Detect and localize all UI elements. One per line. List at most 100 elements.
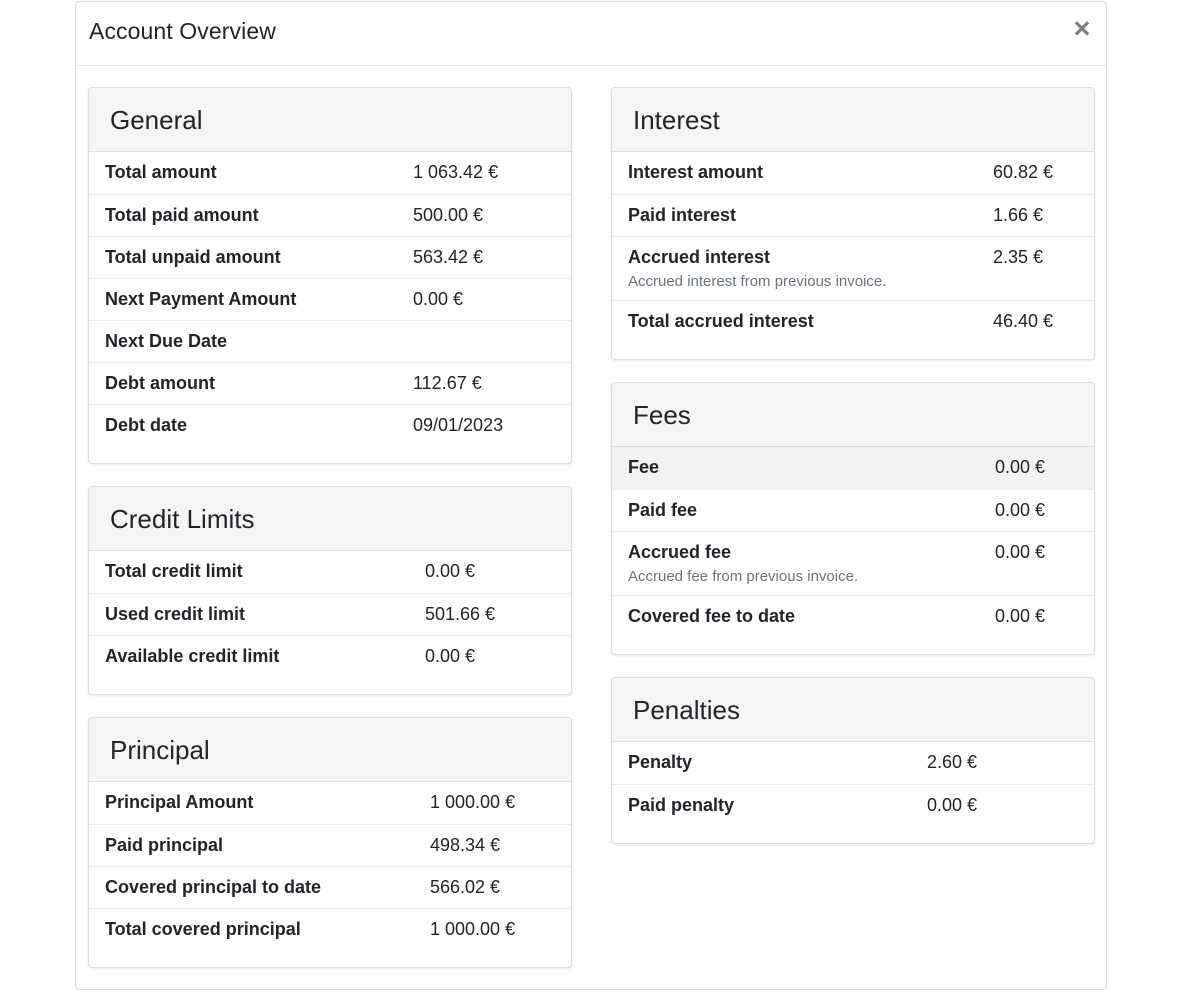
row-label: Debt amount [105, 373, 215, 393]
row-label: Fee [628, 457, 660, 477]
row-description: Accrued fee from previous invoice. [628, 568, 859, 585]
panel-heading: Principal [89, 718, 571, 782]
fees-panel: Fees Fee 0.00 € Paid fee 0.00 € Accrued … [611, 382, 1095, 655]
credit-limits-panel: Credit Limits Total credit limit 0.00 € … [88, 486, 572, 695]
left-column: General Total amount 1 063.42 € Total pa… [88, 87, 572, 989]
interest-rows: Interest amount 60.82 € Paid interest 1.… [612, 152, 1094, 342]
penalties-panel: Penalties Penalty 2.60 € Paid penalty 0.… [611, 677, 1095, 844]
row-label: Debt date [105, 415, 188, 435]
list-item: Accrued fee Accrued fee from previous in… [612, 531, 1094, 595]
account-overview-modal: Account Overview × General Total amount … [75, 1, 1107, 990]
general-rows: Total amount 1 063.42 € Total paid amoun… [89, 152, 571, 446]
row-value: 09/01/2023 [413, 415, 504, 435]
row-label: Paid interest [628, 205, 737, 225]
modal-title: Account Overview [89, 18, 276, 44]
list-item: Covered fee to date 0.00 € [612, 595, 1094, 637]
row-value: 46.40 € [993, 311, 1054, 331]
list-item: Fee 0.00 € [612, 447, 1094, 489]
row-label: Next Due Date [105, 331, 228, 351]
row-label: Total accrued interest [628, 311, 814, 331]
row-label: Covered principal to date [105, 877, 322, 897]
list-item: Accrued interest Accrued interest from p… [612, 236, 1094, 300]
list-item: Total credit limit 0.00 € [89, 551, 571, 593]
general-panel: General Total amount 1 063.42 € Total pa… [88, 87, 572, 464]
row-description: Accrued interest from previous invoice. [628, 273, 887, 290]
panel-heading: Fees [612, 383, 1094, 447]
credit-rows: Total credit limit 0.00 € Used credit li… [89, 551, 571, 677]
row-label-group: Accrued interest Accrued interest from p… [628, 246, 993, 291]
list-item: Total accrued interest 46.40 € [612, 300, 1094, 342]
list-item: Used credit limit 501.66 € [89, 593, 571, 635]
row-label: Total paid amount [105, 205, 259, 225]
list-item: Principal Amount 1 000.00 € [89, 782, 571, 824]
row-value: 0.00 € [927, 795, 978, 815]
penalties-rows: Penalty 2.60 € Paid penalty 0.00 € [612, 742, 1094, 826]
list-item: Next Payment Amount 0.00 € [89, 278, 571, 320]
row-label: Next Payment Amount [105, 289, 297, 309]
list-item: Available credit limit 0.00 € [89, 635, 571, 677]
row-value: 1.66 € [993, 205, 1044, 225]
list-item: Debt amount 112.67 € [89, 362, 571, 404]
panel-heading: Penalties [612, 678, 1094, 742]
row-value: 0.00 € [413, 289, 464, 309]
panel-title-fees: Fees [633, 400, 691, 430]
row-label: Interest amount [628, 162, 764, 182]
row-value: 112.67 € [413, 373, 482, 393]
principal-rows: Principal Amount 1 000.00 € Paid princip… [89, 782, 571, 950]
row-label: Covered fee to date [628, 606, 796, 626]
list-item: Paid interest 1.66 € [612, 194, 1094, 236]
row-label: Penalty [628, 752, 693, 772]
row-label: Paid principal [105, 835, 224, 855]
row-label: Accrued fee [628, 542, 732, 562]
row-value: 60.82 € [993, 162, 1054, 182]
right-column: Interest Interest amount 60.82 € Paid in… [611, 87, 1095, 866]
row-value: 1 000.00 € [430, 792, 516, 812]
list-item: Covered principal to date 566.02 € [89, 866, 571, 908]
row-label: Total covered principal [105, 919, 301, 939]
panel-heading: Credit Limits [89, 487, 571, 551]
list-item: Total amount 1 063.42 € [89, 152, 571, 194]
row-value: 0.00 € [995, 457, 1046, 477]
panel-title-interest: Interest [633, 105, 720, 135]
row-label: Paid penalty [628, 795, 735, 815]
row-value: 0.00 € [425, 561, 476, 581]
row-label: Total unpaid amount [105, 247, 281, 267]
close-icon[interactable]: × [1070, 14, 1094, 44]
principal-panel: Principal Principal Amount 1 000.00 € Pa… [88, 717, 572, 968]
list-item: Total unpaid amount 563.42 € [89, 236, 571, 278]
row-value: 0.00 € [425, 646, 476, 666]
fees-rows: Fee 0.00 € Paid fee 0.00 € Accrued fee A… [612, 447, 1094, 637]
row-value: 1 000.00 € [430, 919, 516, 939]
row-value: 0.00 € [995, 542, 1046, 562]
interest-panel: Interest Interest amount 60.82 € Paid in… [611, 87, 1095, 360]
row-value: 566.02 € [430, 877, 501, 897]
row-value: 563.42 € [413, 247, 484, 267]
row-label: Paid fee [628, 500, 698, 520]
list-item: Total covered principal 1 000.00 € [89, 908, 571, 950]
panel-heading: Interest [612, 88, 1094, 152]
panel-title-general: General [110, 105, 203, 135]
row-label: Used credit limit [105, 604, 246, 624]
row-value: 2.60 € [927, 752, 978, 772]
row-value: 500.00 € [413, 205, 484, 225]
panel-title-principal: Principal [110, 735, 210, 765]
panel-title-penalties: Penalties [633, 695, 740, 725]
list-item: Interest amount 60.82 € [612, 152, 1094, 194]
row-label: Total amount [105, 162, 217, 182]
row-label: Total credit limit [105, 561, 243, 581]
list-item: Paid principal 498.34 € [89, 824, 571, 866]
list-item: Paid penalty 0.00 € [612, 784, 1094, 826]
row-value: 501.66 € [425, 604, 496, 624]
panel-heading: General [89, 88, 571, 152]
row-value: 498.34 € [430, 835, 501, 855]
row-value: 2.35 € [993, 247, 1044, 267]
modal-header: Account Overview × [76, 2, 1106, 66]
row-label: Available credit limit [105, 646, 280, 666]
row-label: Principal Amount [105, 792, 254, 812]
list-item: Paid fee 0.00 € [612, 489, 1094, 531]
list-item: Next Due Date [89, 320, 571, 362]
list-item: Total paid amount 500.00 € [89, 194, 571, 236]
row-value: 0.00 € [995, 500, 1046, 520]
row-label-group: Accrued fee Accrued fee from previous in… [628, 541, 995, 586]
list-item: Penalty 2.60 € [612, 742, 1094, 784]
